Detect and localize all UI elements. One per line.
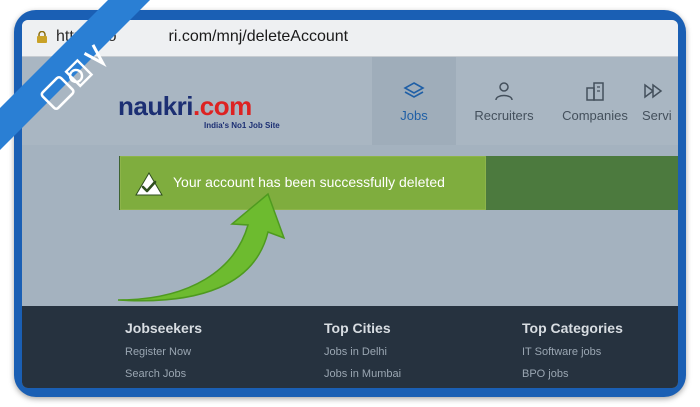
corner-badge (0, 0, 150, 150)
